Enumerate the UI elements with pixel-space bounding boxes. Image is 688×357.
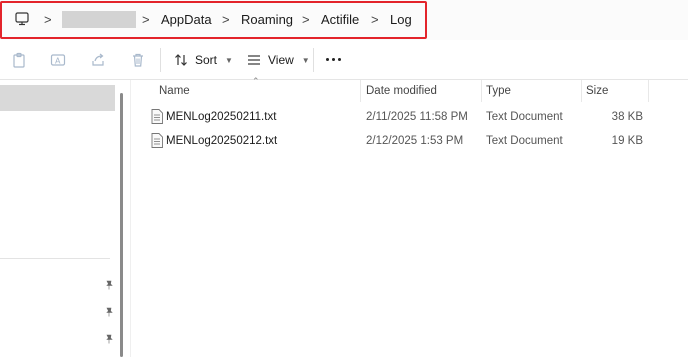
file-name: MENLog20250212.txt: [166, 135, 278, 147]
rename-icon[interactable]: A: [50, 52, 66, 68]
sort-button[interactable]: Sort ▼: [173, 48, 233, 72]
pin-icon[interactable]: [104, 334, 114, 344]
nav-scrollbar[interactable]: [120, 93, 123, 357]
view-button[interactable]: View ▼: [246, 48, 310, 72]
redacted-breadcrumb[interactable]: [62, 11, 136, 28]
table-row[interactable]: MENLog20250211.txt 2/11/2025 11:58 PM Te…: [131, 105, 688, 129]
address-bar[interactable]: > > AppData > Roaming > Actifile > Log: [0, 0, 688, 40]
toolbar-divider: [160, 48, 161, 72]
column-divider[interactable]: [360, 80, 361, 102]
breadcrumb-log[interactable]: Log: [390, 11, 412, 29]
view-icon: [248, 55, 260, 65]
file-size: 38 KB: [611, 111, 643, 123]
breadcrumb-roaming[interactable]: Roaming: [241, 11, 293, 29]
file-list: ⌃ Name Date modified Type Size MENLog202…: [130, 76, 688, 357]
column-header-size[interactable]: Size: [586, 80, 608, 102]
chevron-down-icon: ▼: [225, 55, 233, 65]
delete-icon[interactable]: [130, 52, 146, 68]
toolbar-divider: [313, 48, 314, 72]
breadcrumb-separator[interactable]: >: [142, 11, 150, 29]
column-header-date[interactable]: Date modified: [366, 80, 437, 102]
file-date: 2/12/2025 1:53 PM: [366, 135, 464, 147]
file-name: MENLog20250211.txt: [166, 111, 277, 123]
breadcrumb-separator[interactable]: >: [222, 11, 230, 29]
breadcrumb-separator[interactable]: >: [302, 11, 310, 29]
nav-item-selected[interactable]: [0, 85, 115, 111]
column-header-name[interactable]: Name: [159, 80, 190, 102]
text-file-icon: [151, 133, 163, 148]
chevron-down-icon: ▼: [301, 55, 310, 65]
pin-icon[interactable]: [104, 280, 114, 290]
column-divider[interactable]: [581, 80, 582, 102]
nav-divider: [0, 258, 110, 259]
file-explorer-window: > > AppData > Roaming > Actifile > Log A: [0, 0, 688, 357]
pin-icon[interactable]: [104, 307, 114, 317]
command-bar: A Sort ▼ View ▼: [0, 40, 688, 80]
file-size: 19 KB: [611, 135, 643, 147]
breadcrumb-separator[interactable]: >: [44, 11, 52, 29]
share-icon[interactable]: [90, 52, 106, 68]
column-header-type[interactable]: Type: [486, 80, 511, 102]
file-type: Text Document: [486, 111, 563, 123]
table-row[interactable]: MENLog20250212.txt 2/12/2025 1:53 PM Tex…: [131, 129, 688, 153]
column-divider[interactable]: [481, 80, 482, 102]
sort-indicator-icon: ⌃: [252, 76, 260, 86]
breadcrumb-actifile[interactable]: Actifile: [321, 11, 359, 29]
navigation-pane: [0, 80, 128, 357]
file-type: Text Document: [486, 135, 563, 147]
sort-icon: [175, 54, 187, 66]
view-label: View: [268, 53, 294, 67]
text-file-icon: [151, 109, 163, 124]
this-pc-icon[interactable]: [14, 11, 30, 27]
paste-icon[interactable]: [11, 52, 27, 68]
file-date: 2/11/2025 11:58 PM: [366, 111, 468, 123]
more-options-icon[interactable]: [326, 58, 341, 61]
breadcrumb-separator[interactable]: >: [371, 11, 379, 29]
svg-text:A: A: [55, 57, 61, 66]
breadcrumb-appdata[interactable]: AppData: [161, 11, 212, 29]
sort-label: Sort: [195, 53, 218, 67]
column-divider[interactable]: [648, 80, 649, 102]
